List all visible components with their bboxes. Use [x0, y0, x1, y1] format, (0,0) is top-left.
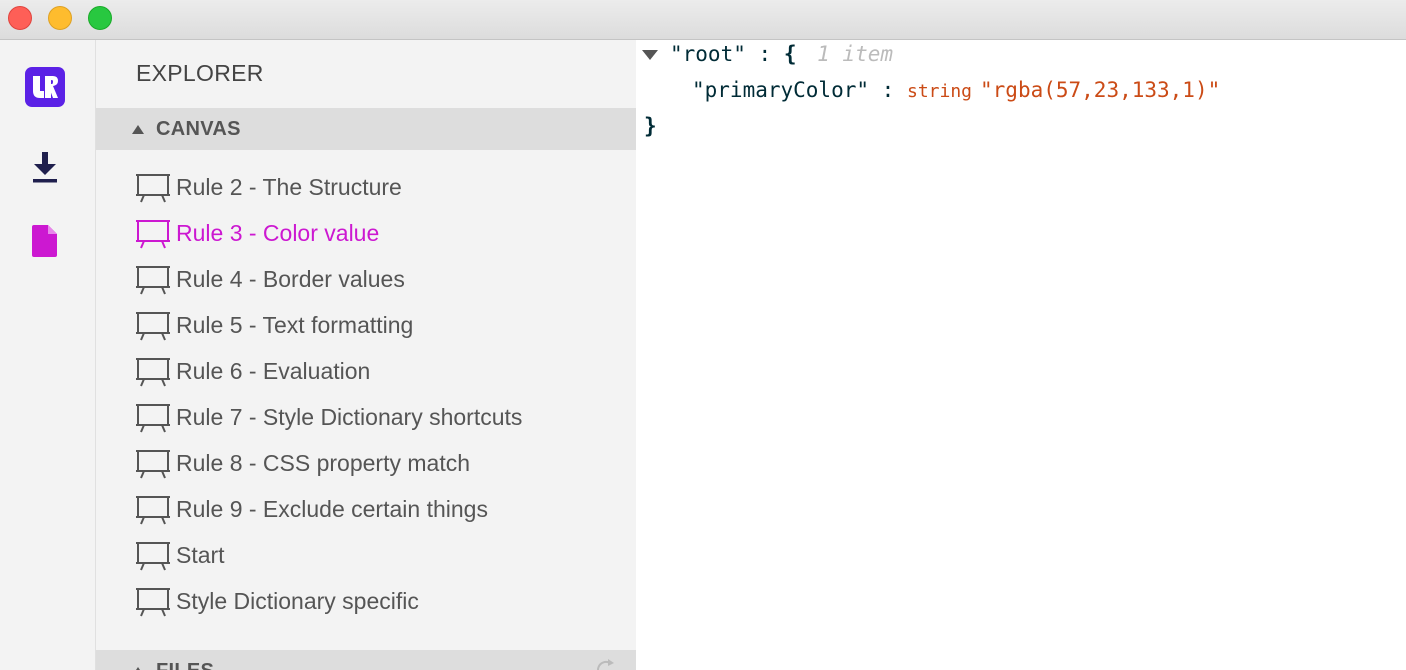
canvas-item-label: Rule 6 - Evaluation — [176, 357, 371, 384]
collapse-toggle-icon[interactable] — [642, 50, 658, 60]
canvas-item-label: Rule 4 - Border values — [176, 265, 405, 292]
presentation-board-icon — [136, 492, 170, 526]
canvas-item[interactable]: Start — [96, 532, 636, 578]
explorer-title: EXPLORER — [136, 60, 264, 86]
window-minimize-button[interactable] — [48, 6, 72, 30]
canvas-item[interactable]: Rule 2 - The Structure — [96, 164, 636, 210]
canvas-item[interactable]: Rule 8 - CSS property match — [96, 440, 636, 486]
canvas-item-label: Rule 2 - The Structure — [176, 173, 402, 200]
download-icon[interactable] — [24, 146, 66, 188]
canvas-item[interactable]: Rule 7 - Style Dictionary shortcuts — [96, 394, 636, 440]
caret-up-icon — [132, 666, 144, 670]
root-close-brace: } — [644, 114, 657, 138]
activity-bar — [0, 40, 96, 670]
window-titlebar — [0, 0, 1406, 40]
canvas-item-label: Rule 5 - Text formatting — [176, 311, 414, 338]
logo-icon[interactable] — [24, 66, 66, 108]
property-key: "primaryColor" — [692, 78, 870, 102]
caret-up-icon — [132, 124, 144, 134]
presentation-board-icon — [136, 262, 170, 296]
presentation-board-icon — [136, 538, 170, 572]
item-count: 1 item — [817, 42, 893, 66]
root-open-brace: { — [783, 42, 797, 66]
presentation-board-icon — [136, 354, 170, 388]
presentation-board-icon — [136, 216, 170, 250]
property-value[interactable]: "rgba(57,23,133,1)" — [980, 78, 1220, 102]
property-colon: : — [881, 78, 895, 102]
window-close-button[interactable] — [8, 6, 32, 30]
presentation-board-icon — [136, 308, 170, 342]
root-colon: : — [758, 42, 772, 66]
presentation-board-icon — [136, 584, 170, 618]
canvas-item[interactable]: Style Dictionary specific — [96, 578, 636, 624]
json-property-row[interactable]: "primaryColor" : string "rgba(57,23,133,1… — [692, 78, 1220, 102]
presentation-board-icon — [136, 446, 170, 480]
canvas-item-label: Style Dictionary specific — [176, 587, 419, 614]
canvas-item[interactable]: Rule 9 - Exclude certain things — [96, 486, 636, 532]
presentation-board-icon — [136, 400, 170, 434]
canvas-item[interactable]: Rule 4 - Border values — [96, 256, 636, 302]
canvas-item[interactable]: Rule 5 - Text formatting — [96, 302, 636, 348]
root-key: "root" — [670, 42, 746, 66]
canvas-list: Rule 2 - The Structure Rule 3 - Color val… — [96, 164, 636, 624]
property-type: string — [906, 81, 973, 102]
canvas-item[interactable]: Rule 3 - Color value — [96, 210, 636, 256]
file-icon[interactable] — [24, 220, 66, 262]
presentation-board-icon — [136, 170, 170, 204]
canvas-item-label: Rule 7 - Style Dictionary shortcuts — [176, 403, 523, 430]
canvas-item-label: Rule 3 - Color value — [176, 219, 380, 246]
files-section-header[interactable]: FILES — [96, 650, 636, 670]
json-viewer[interactable]: "root" : { 1 item "primaryColor" : strin… — [636, 40, 1406, 670]
canvas-item-label: Start — [176, 541, 225, 568]
refresh-icon[interactable] — [594, 658, 618, 670]
canvas-section-label: CANVAS — [156, 117, 241, 140]
canvas-section-header[interactable]: CANVAS — [96, 108, 636, 150]
canvas-item[interactable]: Rule 6 - Evaluation — [96, 348, 636, 394]
window-maximize-button[interactable] — [88, 6, 112, 30]
explorer-sidebar: EXPLORER CANVAS Rule 2 - The Structure Ru… — [96, 40, 636, 670]
files-section-label: FILES — [156, 660, 214, 670]
canvas-item-label: Rule 8 - CSS property match — [176, 449, 471, 476]
canvas-item-label: Rule 9 - Exclude certain things — [176, 495, 488, 522]
